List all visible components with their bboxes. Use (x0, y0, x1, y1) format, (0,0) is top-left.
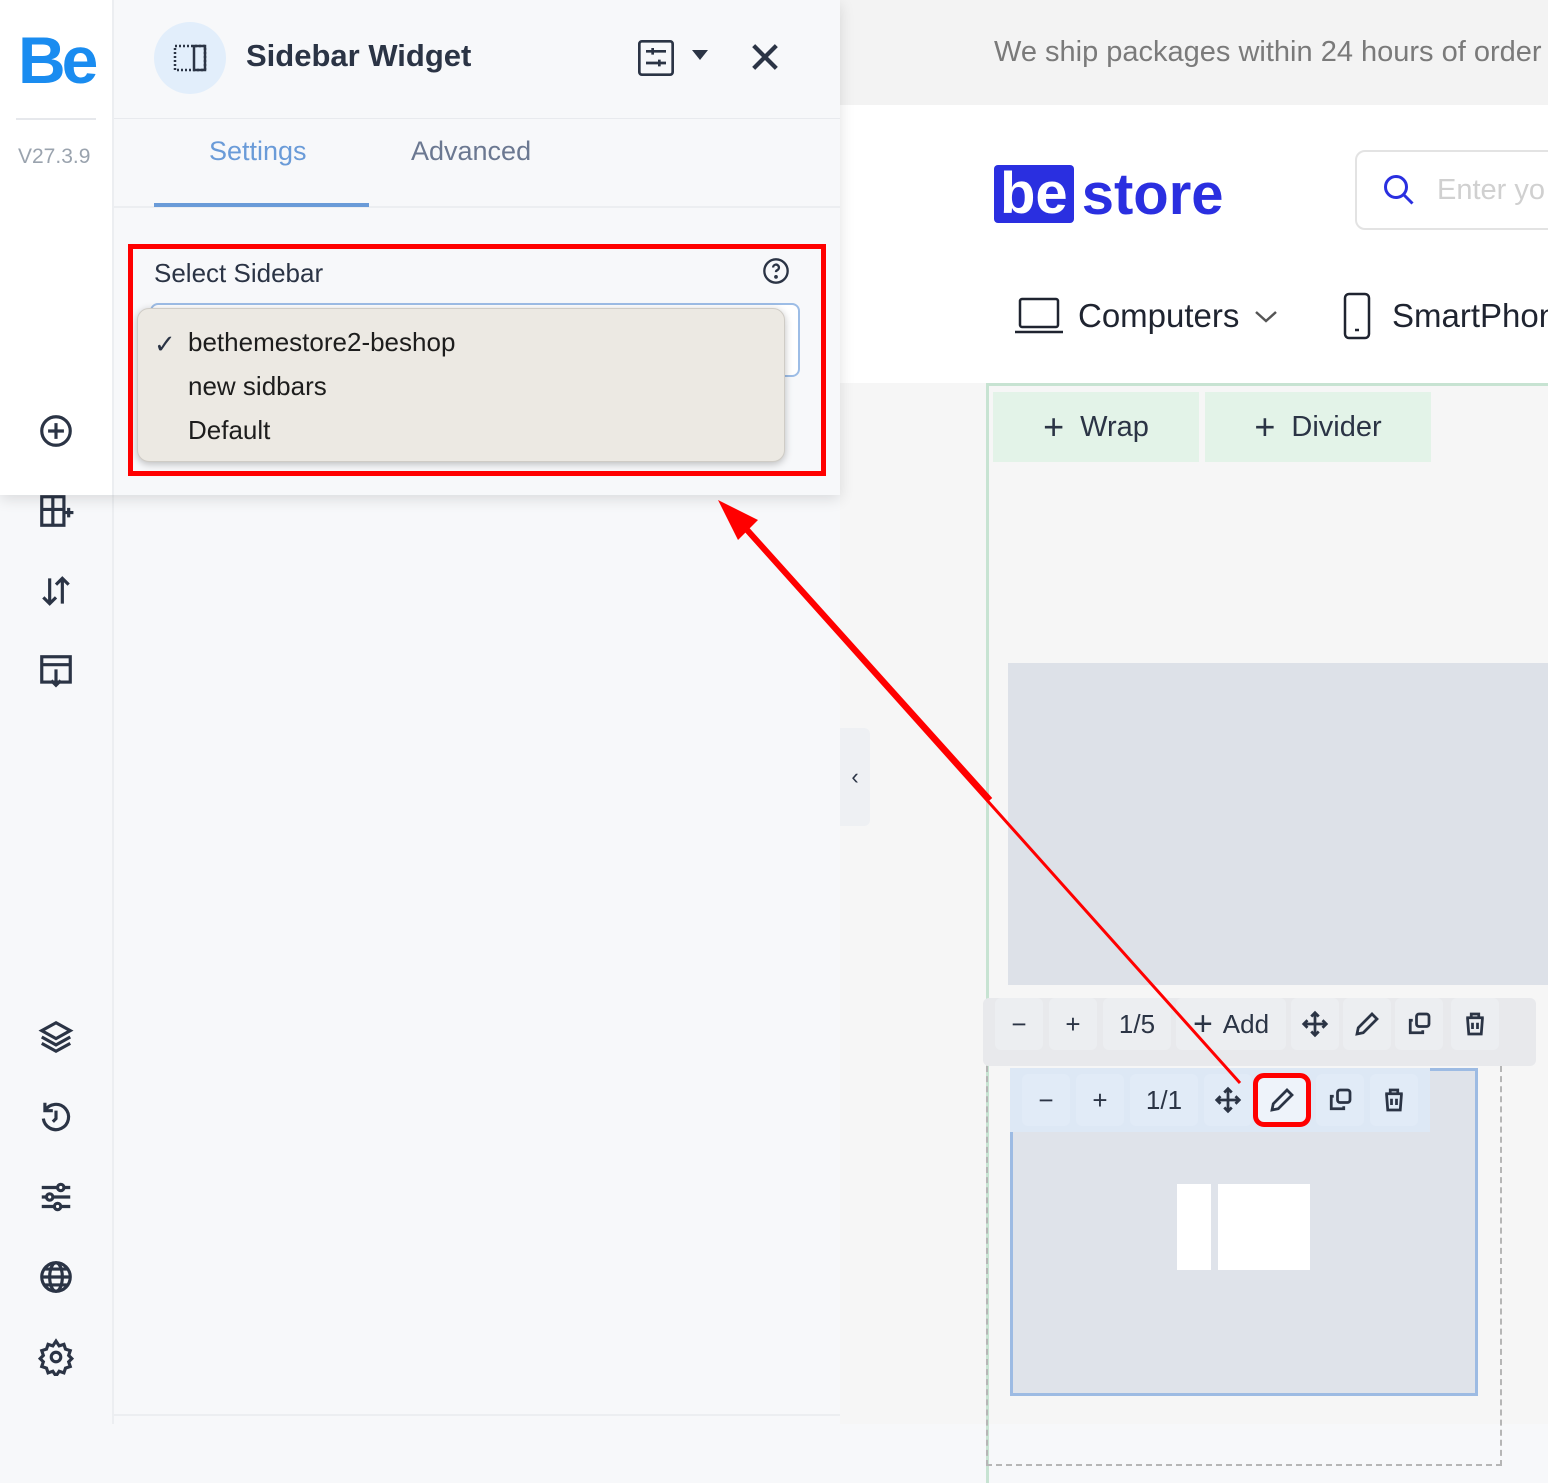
phone-icon (1343, 292, 1371, 340)
move-button[interactable] (1204, 1074, 1252, 1126)
increase-button[interactable]: + (1049, 998, 1097, 1050)
shipping-notice: We ship packages within 24 hours of orde… (994, 36, 1542, 68)
plus-icon: + (1043, 406, 1065, 447)
nav-smartphones[interactable]: SmartPhon (1342, 292, 1548, 340)
panel-bottom-divider (114, 1414, 840, 1416)
sort-icon[interactable] (36, 571, 76, 611)
chevron-down-icon (1255, 311, 1278, 323)
tab-settings[interactable]: Settings (209, 136, 307, 167)
app-logo[interactable]: Be (18, 22, 98, 98)
caret-down-icon[interactable] (692, 50, 708, 60)
presets-button[interactable] (636, 38, 676, 83)
decrease-button[interactable]: − (995, 998, 1043, 1050)
wrap-toolbar: − + 1/5 + Add (983, 998, 1536, 1066)
logo-store: store (1081, 161, 1224, 227)
tab-active-indicator (154, 203, 369, 207)
widget-thumb-left (1177, 1184, 1211, 1270)
edit-button[interactable] (1253, 1073, 1311, 1127)
version-label: V27.3.9 (18, 145, 91, 168)
move-icon (1214, 1086, 1242, 1114)
history-icon[interactable] (36, 1097, 76, 1137)
layers-icon[interactable] (36, 1017, 76, 1057)
import-icon[interactable] (36, 651, 76, 691)
rail-divider (16, 118, 96, 120)
trash-icon (1385, 1088, 1403, 1112)
search-input[interactable]: Enter yo (1355, 150, 1548, 230)
layout-add-icon[interactable] (36, 491, 76, 531)
decrease-button[interactable]: − (1022, 1074, 1070, 1126)
add-divider-button[interactable]: + Divider (1205, 392, 1431, 462)
nav-computers-label: Computers (1078, 297, 1240, 334)
tab-advanced[interactable]: Advanced (411, 136, 531, 167)
size-counter: 1/1 (1130, 1074, 1198, 1126)
search-icon (1384, 175, 1414, 205)
duplicate-icon (1329, 1088, 1352, 1111)
pencil-icon (1355, 1012, 1379, 1036)
store-logo: be store (994, 162, 1224, 227)
move-button[interactable] (1291, 998, 1339, 1050)
collapse-panel-button[interactable]: ‹ (840, 728, 870, 826)
close-button[interactable] (748, 40, 782, 79)
delete-button[interactable] (1370, 1074, 1418, 1126)
widget-thumb-right (1218, 1184, 1310, 1270)
nav-computers[interactable]: Computers (1014, 296, 1279, 336)
annotation-highlight-box (128, 244, 826, 476)
divider-label: Divider (1291, 410, 1382, 443)
add-button[interactable]: + Add (1176, 998, 1286, 1050)
wrap-placeholder (1008, 663, 1548, 985)
panel-title: Sidebar Widget (246, 38, 472, 73)
sidebar-widget-icon (154, 22, 226, 94)
gear-icon[interactable] (36, 1337, 76, 1377)
widget-settings-panel: Be V27.3.9 Sidebar Widget Settings Advan… (0, 0, 840, 495)
add-wrap-button[interactable]: + Wrap (993, 392, 1199, 462)
duplicate-icon (1408, 1012, 1431, 1035)
chevron-left-icon: ‹ (851, 764, 859, 789)
trash-icon (1466, 1012, 1484, 1036)
delete-button[interactable] (1451, 998, 1499, 1050)
size-counter: 1/5 (1103, 998, 1171, 1050)
add-label: Add (1222, 1008, 1270, 1039)
sliders-icon[interactable] (36, 1177, 76, 1217)
plus-icon: + (1254, 406, 1276, 447)
wrap-label: Wrap (1080, 410, 1149, 443)
plus-circle-icon[interactable] (36, 411, 76, 451)
close-icon (752, 44, 778, 70)
increase-button[interactable]: + (1076, 1074, 1124, 1126)
header-divider (114, 118, 840, 119)
nav-smartphones-label: SmartPhon (1392, 297, 1548, 334)
arrow-head (718, 500, 758, 540)
widget-toolbar: − + 1/1 (1010, 1068, 1430, 1132)
edit-button[interactable] (1343, 998, 1391, 1050)
search-placeholder: Enter yo (1437, 174, 1545, 206)
duplicate-button[interactable] (1395, 998, 1443, 1050)
logo-be: be (994, 165, 1074, 223)
move-icon (1301, 1010, 1329, 1038)
preview-header (840, 105, 1548, 383)
sliders-icon (638, 40, 674, 76)
globe-icon[interactable] (36, 1257, 76, 1297)
laptop-icon (1015, 297, 1063, 334)
pencil-icon (1270, 1088, 1294, 1112)
plus-icon: + (1192, 1004, 1213, 1043)
duplicate-button[interactable] (1316, 1074, 1364, 1126)
